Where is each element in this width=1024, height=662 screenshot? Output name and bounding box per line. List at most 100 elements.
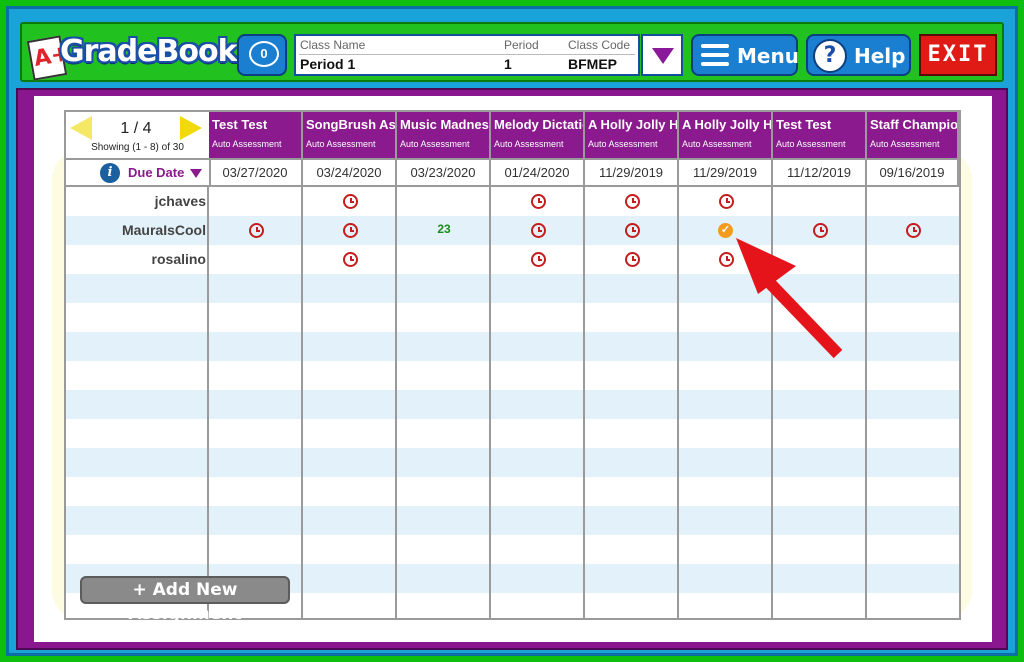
due-date-cell: 01/24/2020 [491, 160, 585, 185]
hamburger-icon [701, 44, 729, 66]
table-row [66, 390, 959, 419]
assignment-header[interactable]: Melody Dictation Auto Assessment [491, 112, 585, 158]
assignment-type: Auto Assessment [494, 139, 564, 149]
due-date-cell: 11/12/2019 [773, 160, 867, 185]
class-name-label: Class Name [300, 38, 366, 52]
clock-icon[interactable] [249, 223, 264, 238]
column-divider [301, 187, 303, 618]
assignment-type: Auto Assessment [776, 139, 846, 149]
assignment-title: Staff Champion [870, 117, 959, 132]
help-label: Help [854, 44, 906, 68]
table-row [66, 332, 959, 361]
table-row: MauraIsCool 23 ✓ [66, 216, 959, 245]
chevron-down-icon [652, 48, 674, 64]
column-divider [865, 187, 867, 618]
clock-icon[interactable] [813, 223, 828, 238]
table-row: jchaves [66, 187, 959, 216]
clock-icon[interactable] [625, 194, 640, 209]
assignment-header[interactable]: Staff Champion Auto Assessment [867, 112, 959, 158]
table-row [66, 477, 959, 506]
assignment-header[interactable]: Music Madness Auto Assessment [397, 112, 491, 158]
table-row [66, 506, 959, 535]
class-name-value: Period 1 [300, 56, 356, 72]
student-name[interactable]: MauraIsCool [66, 216, 206, 245]
class-dropdown-button[interactable] [641, 34, 683, 76]
assignment-title: A Holly Jolly Holiday [588, 117, 679, 132]
logo-text: GradeBook [60, 34, 238, 69]
clock-icon[interactable] [343, 223, 358, 238]
assignment-type: Auto Assessment [400, 139, 470, 149]
table-row [66, 535, 959, 564]
due-date-label: Due Date [128, 165, 185, 180]
assignment-title: Melody Dictation [494, 117, 583, 132]
assignment-type: Auto Assessment [212, 139, 282, 149]
sort-down-icon [190, 169, 202, 178]
period-value: 1 [504, 56, 512, 72]
assignment-header[interactable]: A Holly Jolly Holiday Auto Assessment [585, 112, 679, 158]
divider [299, 54, 635, 55]
due-date-cell: 11/29/2019 [679, 160, 773, 185]
help-button[interactable]: ? Help [806, 34, 911, 76]
assignment-header[interactable]: Test Test Auto Assessment [209, 112, 303, 158]
next-page-arrow-icon[interactable] [180, 116, 202, 140]
clock-icon[interactable] [625, 252, 640, 267]
period-label: Period [504, 38, 539, 52]
clock-icon[interactable] [531, 223, 546, 238]
due-date-sort[interactable]: i Due Date [66, 160, 211, 185]
column-divider [395, 187, 397, 618]
due-date-cell: 11/29/2019 [585, 160, 679, 185]
table-row [66, 361, 959, 390]
due-date-cell: 03/24/2020 [303, 160, 397, 185]
page-indicator: 1 / 4 [120, 120, 152, 137]
add-new-assignment-button[interactable]: + Add New Assignment [80, 576, 290, 624]
table-row [66, 448, 959, 477]
assignment-type: Auto Assessment [682, 139, 752, 149]
assignment-title: Music Madness [400, 117, 491, 132]
due-date-row: i Due Date 03/27/2020 03/24/2020 03/23/202… [66, 158, 959, 187]
menu-button[interactable]: Menu [691, 34, 799, 76]
class-code-value: BFMEP [568, 56, 617, 72]
due-date-cell: 09/16/2019 [867, 160, 959, 185]
table-row [66, 274, 959, 303]
assignment-title: Test Test [776, 117, 832, 132]
clock-icon[interactable] [719, 252, 734, 267]
assignment-type: Auto Assessment [588, 139, 658, 149]
table-row: rosalino [66, 245, 959, 274]
table-row [66, 419, 959, 448]
assignment-title: A Holly Jolly Holiday [682, 117, 773, 132]
clock-icon[interactable] [719, 194, 734, 209]
clock-icon[interactable] [531, 252, 546, 267]
checkmark-icon[interactable]: ✓ [718, 223, 733, 238]
clock-icon[interactable] [906, 223, 921, 238]
gradebook-grid: 1 / 4 Showing (1 - 8) of 30 i Due Date 0… [64, 110, 961, 620]
exit-button[interactable]: EXIT [919, 34, 997, 76]
column-divider [583, 187, 585, 618]
assignment-type: Auto Assessment [870, 139, 940, 149]
student-name[interactable]: rosalino [66, 245, 206, 274]
due-date-cell: 03/23/2020 [397, 160, 491, 185]
menu-label: Menu [737, 44, 799, 68]
assignment-type: Auto Assessment [306, 139, 376, 149]
assignment-title: SongBrush Assignment [306, 117, 396, 132]
class-selector[interactable]: Class Name Period Class Code Period 1 1 … [294, 34, 640, 76]
class-code-label: Class Code [568, 38, 631, 52]
student-name[interactable]: jchaves [66, 187, 206, 216]
question-icon: ? [813, 39, 847, 73]
previous-page-arrow-icon[interactable] [70, 116, 92, 140]
clock-icon[interactable] [625, 223, 640, 238]
column-divider [677, 187, 679, 618]
column-divider [489, 187, 491, 618]
pager-cell: 1 / 4 Showing (1 - 8) of 30 [66, 112, 211, 158]
column-divider [207, 187, 209, 618]
assignment-header[interactable]: Test Test Auto Assessment [773, 112, 867, 158]
score-value[interactable]: 23 [424, 222, 464, 236]
gradebook-logo: A+ GradeBook [26, 28, 238, 81]
due-date-cell: 03/27/2020 [209, 160, 303, 185]
clock-icon[interactable] [343, 252, 358, 267]
info-icon[interactable]: i [100, 163, 120, 183]
clock-icon[interactable] [343, 194, 358, 209]
assignment-header[interactable]: A Holly Jolly Holiday Auto Assessment [679, 112, 773, 158]
messages-button[interactable]: 0 [237, 34, 287, 76]
clock-icon[interactable] [531, 194, 546, 209]
assignment-header[interactable]: SongBrush Assignment Auto Assessment [303, 112, 397, 158]
